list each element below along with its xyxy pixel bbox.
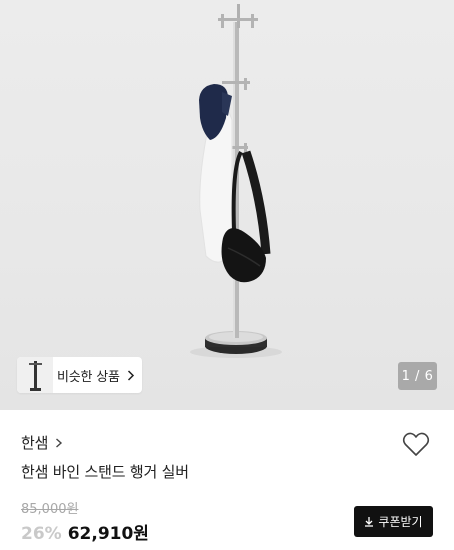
price-row: 26% 62,910원 [21,519,149,544]
brand-name: 한샘 [21,434,49,452]
wishlist-button[interactable] [401,432,431,460]
image-pager-indicator: 1 / 6 [398,362,437,390]
brand-link[interactable]: 한샘 [21,432,64,453]
chevron-right-icon [126,369,136,381]
coupon-button-label: 쿠폰받기 [378,515,423,529]
download-icon [364,516,374,527]
product-photo [190,4,282,358]
original-price: 85,000원 [21,502,79,517]
get-coupon-button[interactable]: 쿠폰받기 [354,506,433,537]
discount-rate: 26% [21,524,62,544]
sale-price: 62,910원 [67,524,149,544]
product-detail-page: 비슷한 상품 1 / 6 한샘 한샘 바인 스탠드 행거 실버 85,000원 … [0,0,454,550]
similar-products-label: 비슷한 상품 [57,369,120,385]
product-image-gallery[interactable]: 비슷한 상품 1 / 6 [0,0,454,410]
similar-products-button[interactable]: 비슷한 상품 [17,357,142,393]
similar-product-thumbnail [17,357,53,393]
heart-outline-icon [402,432,430,461]
product-title: 한샘 바인 스탠드 행거 실버 [21,463,189,481]
chevron-right-icon [55,437,64,449]
